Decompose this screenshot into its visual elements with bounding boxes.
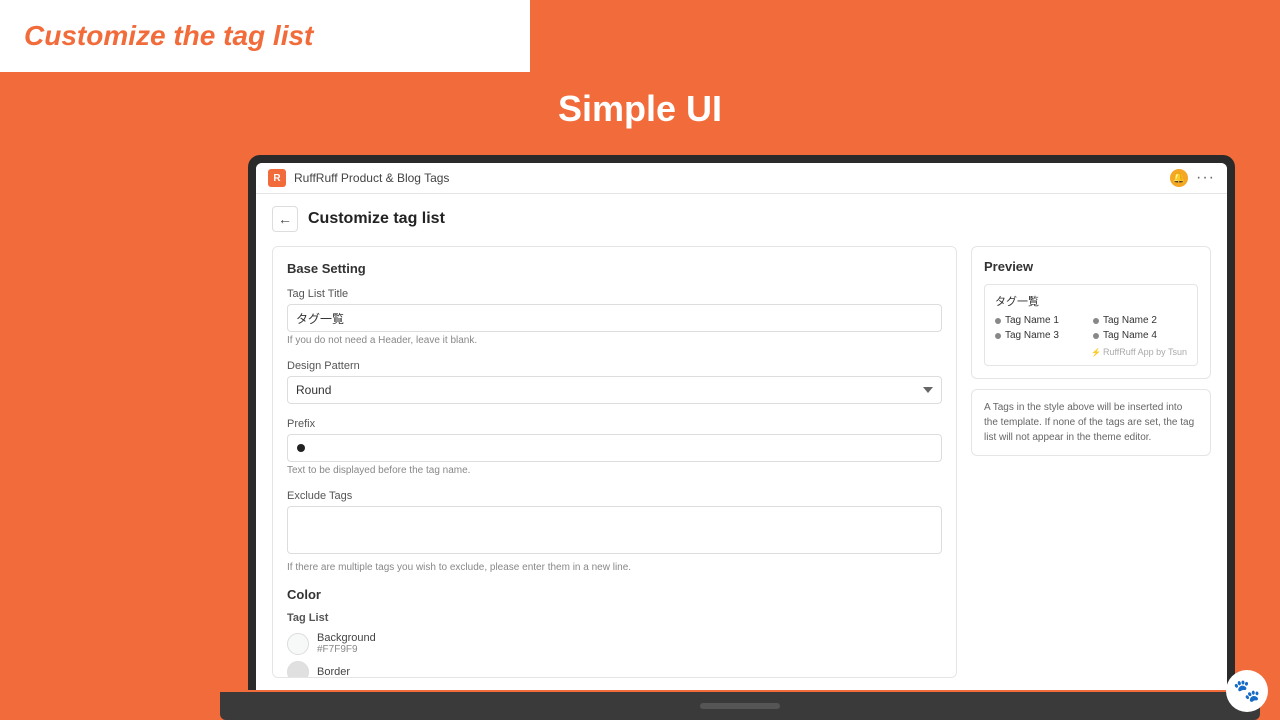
preview-footer: ⚡ RuffRuff App by Tsun [995, 347, 1187, 357]
list-item: Tag Name 4 [1093, 330, 1187, 341]
preview-title: Preview [984, 259, 1198, 274]
base-setting-title: Base Setting [287, 261, 942, 276]
notification-icon[interactable]: 🔔 [1170, 169, 1188, 187]
page-heading: Simple UI [0, 88, 1280, 130]
page-title: Customize tag list [308, 210, 445, 228]
titlebar-left: R RuffRuff Product & Blog Tags [268, 169, 449, 187]
top-banner: Customize the tag list [0, 0, 530, 72]
tag-dot-icon [995, 333, 1001, 339]
background-color-label: Background [317, 632, 376, 644]
preview-footer-text: RuffRuff App by Tsun [1103, 347, 1187, 357]
background-color-row: Background #F7F9F9 [287, 632, 942, 655]
app-title: RuffRuff Product & Blog Tags [294, 171, 449, 185]
prefix-hint: Text to be displayed before the tag name… [287, 465, 942, 476]
background-color-swatch[interactable] [287, 633, 309, 655]
app-titlebar: R RuffRuff Product & Blog Tags 🔔 ··· [256, 163, 1227, 194]
background-color-hex: #F7F9F9 [317, 644, 376, 655]
list-item: Tag Name 2 [1093, 315, 1187, 326]
tag-dot-icon [995, 318, 1001, 324]
prefix-input[interactable] [287, 434, 942, 462]
prefix-group: Prefix Text to be displayed before the t… [287, 418, 942, 476]
preview-footer-icon: ⚡ [1091, 348, 1101, 357]
laptop-screen: R RuffRuff Product & Blog Tags 🔔 ··· ← C… [256, 163, 1227, 690]
info-box: A Tags in the style above will be insert… [971, 389, 1211, 456]
preview-content: タグ一覧 Tag Name 1 Tag Name 2 [984, 284, 1198, 366]
preview-tag-list-heading: タグ一覧 [995, 293, 1187, 309]
preview-tag-name: Tag Name 4 [1103, 330, 1157, 341]
mascot-icon: 🐾 [1226, 670, 1268, 712]
banner-title: Customize the tag list [24, 20, 313, 52]
titlebar-right: 🔔 ··· [1170, 169, 1215, 187]
mascot: 🐾 [1226, 670, 1268, 712]
page-content: ← Customize tag list Base Setting Tag Li… [256, 194, 1227, 690]
tag-dot-icon [1093, 333, 1099, 339]
border-color-label: Border [317, 666, 350, 678]
preview-tag-name: Tag Name 3 [1005, 330, 1059, 341]
color-section-title: Color [287, 587, 942, 602]
exclude-tags-input[interactable] [287, 506, 942, 554]
tag-list-title-input[interactable] [287, 304, 942, 332]
right-panel: Preview タグ一覧 Tag Name 1 [971, 246, 1211, 678]
preview-tag-name: Tag Name 2 [1103, 315, 1157, 326]
preview-box: Preview タグ一覧 Tag Name 1 [971, 246, 1211, 379]
border-color-info: Border [317, 666, 350, 678]
background-color-info: Background #F7F9F9 [317, 632, 376, 655]
prefix-dot-icon [297, 444, 305, 452]
border-color-swatch[interactable] [287, 661, 309, 678]
exclude-tags-hint: If there are multiple tags you wish to e… [287, 562, 942, 573]
exclude-tags-group: Exclude Tags If there are multiple tags … [287, 490, 942, 573]
tag-list-title-group: Tag List Title If you do not need a Head… [287, 288, 942, 346]
exclude-tags-label: Exclude Tags [287, 490, 942, 502]
laptop-frame: R RuffRuff Product & Blog Tags 🔔 ··· ← C… [248, 155, 1235, 690]
page-header: ← Customize tag list [272, 206, 1211, 232]
list-item: Tag Name 1 [995, 315, 1089, 326]
left-panel: Base Setting Tag List Title If you do no… [272, 246, 957, 678]
border-color-row: Border [287, 661, 942, 678]
laptop-base [220, 692, 1260, 720]
laptop-notch [700, 703, 780, 709]
tag-list-color-subtitle: Tag List [287, 612, 942, 624]
color-section: Color Tag List Background #F7F9F9 [287, 587, 942, 678]
info-text: A Tags in the style above will be insert… [984, 400, 1198, 445]
list-item: Tag Name 3 [995, 330, 1089, 341]
main-layout: Base Setting Tag List Title If you do no… [272, 246, 1211, 678]
preview-tag-name: Tag Name 1 [1005, 315, 1059, 326]
prefix-label: Prefix [287, 418, 942, 430]
tag-list-title-hint: If you do not need a Header, leave it bl… [287, 335, 942, 346]
app-logo-icon: R [268, 169, 286, 187]
prefix-input-wrap [287, 434, 942, 462]
design-pattern-group: Design Pattern Round Square Pill [287, 360, 942, 404]
tag-list-title-label: Tag List Title [287, 288, 942, 300]
more-options-icon[interactable]: ··· [1196, 169, 1215, 187]
app-chrome: R RuffRuff Product & Blog Tags 🔔 ··· ← C… [256, 163, 1227, 690]
design-pattern-select[interactable]: Round Square Pill [287, 376, 942, 404]
back-button[interactable]: ← [272, 206, 298, 232]
design-pattern-label: Design Pattern [287, 360, 942, 372]
tag-dot-icon [1093, 318, 1099, 324]
preview-tags-grid: Tag Name 1 Tag Name 2 Tag Name 3 [995, 315, 1187, 341]
